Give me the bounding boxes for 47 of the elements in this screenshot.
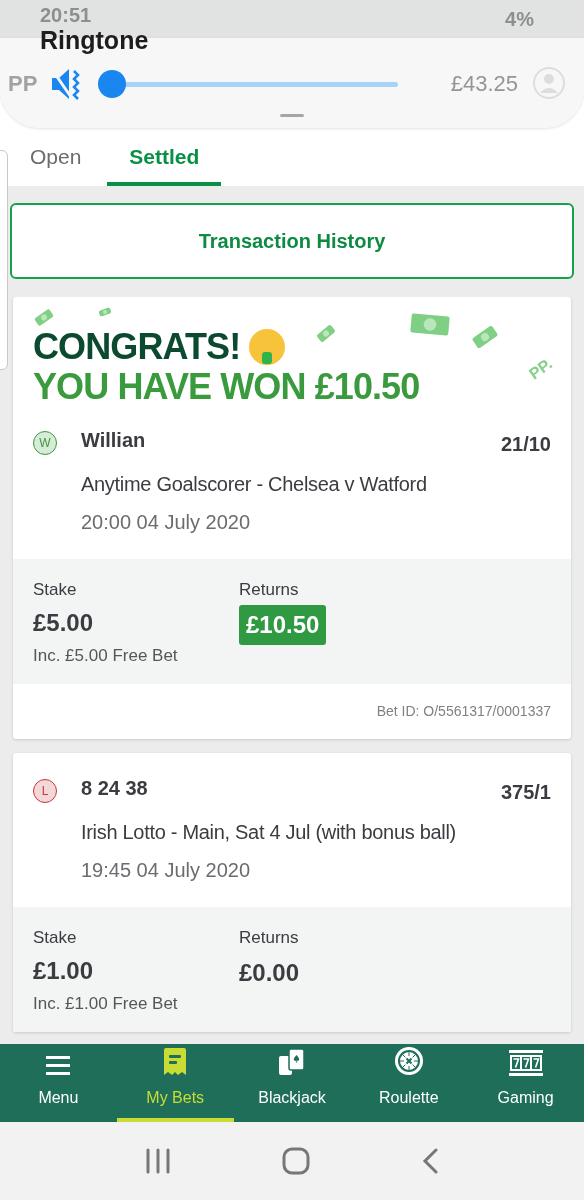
bet-date: 20:00 04 July 2020 (81, 510, 252, 535)
emoji-icon (248, 328, 287, 366)
status-time: 20:51 (40, 3, 92, 28)
result-badge: L (33, 779, 57, 803)
menu-icon (45, 1054, 72, 1076)
result-badge: W (33, 431, 57, 455)
stake-label: Stake (33, 579, 78, 601)
slider-thumb[interactable] (98, 70, 126, 98)
free-bet-note: Inc. £1.00 Free Bet (33, 992, 179, 1015)
returns-label: Returns (239, 579, 300, 601)
logo: PP (8, 69, 38, 98)
congrats-heading: CONGRATS! (33, 327, 241, 367)
brand-mark: PP. (525, 353, 557, 385)
free-bet-note: Inc. £5.00 Free Bet (33, 644, 179, 667)
account-icon (532, 66, 566, 100)
nav-item[interactable]: Roulette (350, 1044, 468, 1122)
volume-slider[interactable] (98, 70, 398, 98)
win-heading: YOU HAVE WON £10.50 (33, 367, 420, 407)
nav-item[interactable]: Gaming (467, 1044, 584, 1122)
receipt-icon (163, 1048, 188, 1076)
bet-id: Bet ID: O/5561317/0001337 (376, 702, 551, 721)
playing-cards-icon (278, 1048, 306, 1076)
nav-item[interactable]: Blackjack (233, 1044, 351, 1122)
home-icon[interactable] (282, 1147, 310, 1175)
transaction-history-button[interactable]: Transaction History (10, 203, 574, 279)
selection-name: Willian (81, 428, 146, 453)
volume-title: Ringtone (40, 25, 149, 56)
stake-label: Stake (33, 927, 78, 949)
odds: 21/10 (500, 432, 551, 457)
returns-amount: £0.00 (239, 957, 300, 988)
slot-machine-icon (508, 1050, 543, 1076)
filter-tab[interactable]: Settled (107, 128, 222, 186)
market-name: Irish Lotto - Main, Sat 4 Jul (with bonus ball) (81, 820, 457, 845)
stake-amount: £5.00 (33, 607, 95, 638)
returns-amount: £10.50 (239, 604, 327, 645)
filter-tab[interactable]: Open (30, 128, 82, 186)
odds: 375/1 (500, 780, 551, 805)
bet-date: 19:45 04 July 2020 (81, 858, 252, 883)
back-icon[interactable] (420, 1148, 439, 1174)
market-name: Anytime Goalscorer - Chelsea v Watford (81, 472, 428, 497)
nav-item[interactable]: Menu (0, 1044, 117, 1122)
account-balance: £43.25 (450, 69, 518, 98)
selection-name: 8 24 38 (81, 776, 148, 801)
stake-amount: £1.00 (33, 955, 95, 986)
battery-level: 4% (505, 7, 534, 32)
returns-label: Returns (239, 927, 300, 949)
recent-apps-icon[interactable] (145, 1148, 172, 1174)
